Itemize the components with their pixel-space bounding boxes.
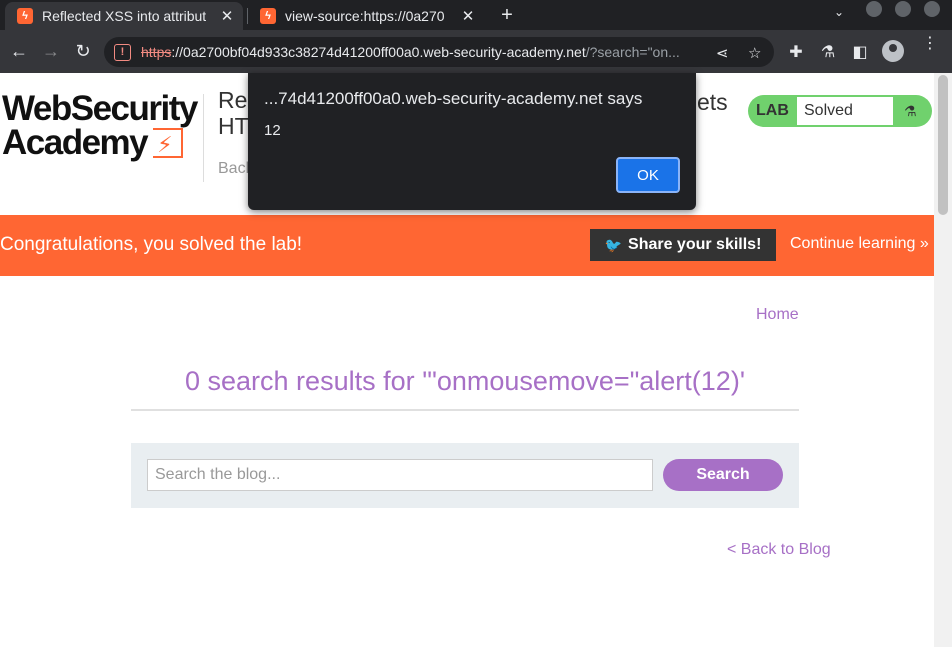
tab-view-source[interactable]: ϟ view-source:https://0a270 ✕: [248, 2, 484, 30]
header-divider: [203, 94, 204, 182]
search-input[interactable]: [147, 459, 653, 491]
logo-line-1: WebSecurity: [2, 89, 198, 128]
search-button[interactable]: Search: [663, 459, 783, 491]
profile-avatar[interactable]: [882, 40, 904, 62]
address-bar[interactable]: ! https://0a2700bf04d933c38274d41200ff00…: [104, 37, 774, 67]
bookmark-star-icon[interactable]: ☆: [748, 44, 761, 62]
not-secure-icon[interactable]: !: [114, 43, 131, 61]
new-tab-button[interactable]: +: [497, 4, 517, 26]
lab-status-value: Solved: [804, 102, 853, 119]
close-tab-icon[interactable]: ✕: [219, 7, 235, 25]
back-arrow-icon[interactable]: ←: [7, 39, 31, 63]
share-skills-button[interactable]: 🐦 Share your skills!: [590, 229, 776, 261]
back-to-blog-link[interactable]: < Back to Blog: [727, 541, 831, 559]
close-window-button[interactable]: [924, 1, 940, 17]
maximize-window-button[interactable]: [895, 1, 911, 17]
lab-status-label: LAB: [756, 102, 789, 119]
portswigger-favicon-icon: ϟ: [260, 8, 276, 24]
lab-title-fragment-line2: HT: [218, 113, 249, 139]
tab-strip: ϟ Reflected XSS into attribut ✕ ϟ view-s…: [0, 0, 952, 30]
continue-learning-link[interactable]: Continue learning »: [790, 235, 929, 253]
continue-learning-label: Continue learning: [790, 235, 916, 252]
minimize-window-button[interactable]: [866, 1, 882, 17]
url-host: ://0a2700bf04d933c38274d41200ff00a0.web-…: [171, 44, 586, 60]
tab-search-chevron-icon[interactable]: ⌄: [834, 5, 844, 19]
url-text[interactable]: https://0a2700bf04d933c38274d41200ff00a0…: [141, 44, 701, 60]
alert-dialog: ...74d41200ff00a0.web-security-academy.n…: [248, 73, 696, 210]
congratulations-message: Congratulations, you solved the lab!: [0, 234, 303, 255]
alert-origin-title: ...74d41200ff00a0.web-security-academy.n…: [264, 89, 643, 108]
scrollbar-thumb[interactable]: [938, 75, 948, 215]
tab-lab[interactable]: ϟ Reflected XSS into attribut ✕: [5, 2, 243, 30]
alert-message: 12: [264, 122, 281, 139]
search-results-heading: 0 search results for '"onmousemove="aler…: [185, 366, 745, 396]
url-path: /?search="on...: [585, 44, 680, 60]
solved-banner: Congratulations, you solved the lab! 🐦 S…: [0, 215, 934, 276]
lab-title-fragment-end: ets: [697, 89, 728, 115]
portswigger-favicon-icon: ϟ: [17, 8, 33, 24]
close-tab-icon[interactable]: ✕: [460, 7, 476, 25]
double-chevron-icon: »: [919, 235, 929, 252]
tab-title: Reflected XSS into attribut: [42, 8, 207, 24]
flask-icon: ⚗: [904, 103, 917, 119]
tab-title: view-source:https://0a270: [285, 8, 445, 24]
twitter-bird-icon: 🐦: [604, 236, 623, 253]
forward-arrow-icon[interactable]: →: [39, 39, 63, 63]
lab-status-widget: LAB Solved ⚗: [748, 95, 932, 127]
side-panel-icon[interactable]: ◧: [850, 42, 870, 62]
alert-ok-button[interactable]: OK: [616, 157, 680, 193]
share-skills-label: Share your skills!: [628, 236, 762, 253]
logo-line-2: Academy: [2, 123, 149, 162]
labs-flask-icon[interactable]: ⚗: [818, 42, 838, 62]
reload-icon[interactable]: ↻: [71, 39, 95, 63]
home-link[interactable]: Home: [756, 306, 799, 324]
lab-title-fragment: Re: [218, 87, 248, 113]
search-panel: Search: [131, 443, 799, 508]
url-scheme: https: [141, 44, 172, 60]
logo-bolt-icon: [153, 128, 184, 162]
share-icon[interactable]: ⋖: [716, 44, 729, 62]
heading-divider: [131, 409, 799, 411]
web-security-academy-logo[interactable]: WebSecurity Academy: [2, 89, 198, 162]
menu-kebab-icon[interactable]: ⋮: [922, 36, 938, 52]
browser-toolbar: ← → ↻ ! https://0a2700bf04d933c38274d412…: [0, 30, 952, 73]
extensions-puzzle-icon[interactable]: ✚: [786, 42, 806, 62]
